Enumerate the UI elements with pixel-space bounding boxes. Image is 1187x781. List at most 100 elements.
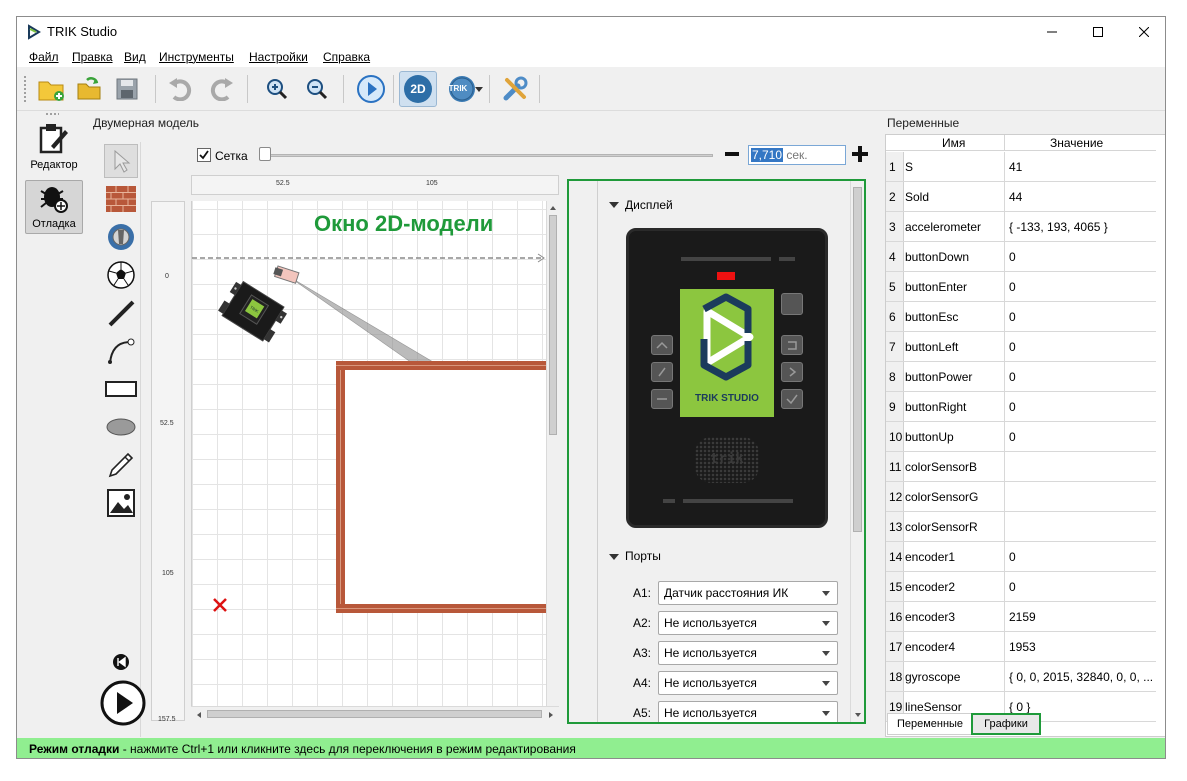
port-row-a1: A1: Датчик расстояния ИК — [633, 581, 843, 605]
controller-button-back[interactable] — [781, 335, 803, 355]
minimize-button[interactable] — [1029, 17, 1075, 47]
table-row[interactable]: 5 buttonEnter 0 — [886, 272, 1156, 302]
scene-vertical-scrollbar[interactable] — [546, 201, 559, 706]
port-select-value: Не используется — [664, 676, 757, 690]
redo-button[interactable] — [205, 73, 237, 105]
collapse-ports-icon[interactable] — [609, 553, 619, 561]
mode-debug-button[interactable]: Отладка — [25, 180, 83, 234]
table-row[interactable]: 18 gyroscope { 0, 0, 2015, 32840, 0, 0, ..… — [886, 662, 1156, 692]
controller-button-right[interactable] — [781, 362, 803, 382]
undo-button[interactable] — [165, 73, 197, 105]
skittle-tool[interactable] — [104, 220, 138, 254]
menu-settings[interactable]: Настройки — [249, 50, 308, 64]
cursor-tool[interactable] — [104, 144, 138, 178]
controller-button-minus[interactable] — [651, 389, 673, 409]
scroll-right-icon — [549, 712, 553, 718]
2d-scene-canvas[interactable]: Окно 2D-модели TRIK — [191, 201, 546, 706]
tab-variables[interactable]: Переменные — [887, 713, 973, 735]
ball-tool[interactable] — [104, 258, 138, 292]
port-label: A4: — [633, 676, 652, 690]
arrow-right-icon — [789, 367, 797, 377]
2d-mode-button[interactable]: 2D — [399, 71, 437, 107]
variable-name: encoder1 — [905, 550, 956, 564]
robot-panel-scrollbar[interactable] — [850, 181, 864, 722]
save-button[interactable] — [111, 73, 143, 105]
close-button[interactable] — [1121, 17, 1165, 47]
maximize-button[interactable] — [1075, 17, 1121, 47]
pencil-tool[interactable] — [104, 448, 138, 482]
table-row[interactable]: 10 buttonUp 0 — [886, 422, 1156, 452]
robot-model-button[interactable]: TRIK — [441, 73, 483, 105]
zoom-in-button[interactable] — [261, 73, 293, 105]
minus-icon[interactable] — [725, 147, 739, 161]
scene-horizontal-scrollbar[interactable] — [191, 706, 559, 721]
play-button[interactable] — [100, 680, 146, 726]
tab-graphs[interactable]: Графики — [971, 713, 1041, 735]
mode-editor-button[interactable]: Редактор — [25, 122, 83, 176]
menu-edit[interactable]: Правка — [72, 50, 113, 64]
grid-checkbox[interactable] — [197, 148, 211, 162]
table-row[interactable]: 15 encoder2 0 — [886, 572, 1156, 602]
time-value: 7,710 — [751, 148, 784, 162]
table-row[interactable]: 14 encoder1 0 — [886, 542, 1156, 572]
menu-tools[interactable]: Инструменты — [159, 50, 234, 64]
row-number: 2 — [886, 182, 904, 211]
settings-tools-button[interactable] — [499, 73, 531, 105]
scroll-up-icon — [550, 206, 556, 210]
grid-size-slider[interactable] — [263, 154, 713, 157]
port-select-a5[interactable]: Не используется — [658, 701, 838, 722]
table-row[interactable]: 2 Sold 44 — [886, 182, 1156, 212]
controller-button-ok[interactable] — [781, 389, 803, 409]
table-row[interactable]: 1 S 41 — [886, 152, 1156, 182]
table-row[interactable]: 13 colorSensorR — [886, 512, 1156, 542]
grid-slider-handle[interactable] — [259, 147, 271, 161]
ir-sensor — [273, 265, 300, 284]
table-row[interactable]: 7 buttonLeft 0 — [886, 332, 1156, 362]
table-row[interactable]: 8 buttonPower 0 — [886, 362, 1156, 392]
menu-view[interactable]: Вид — [124, 50, 146, 64]
time-field[interactable]: 7,710 сек. — [748, 145, 846, 165]
port-select-a1[interactable]: Датчик расстояния ИК — [658, 581, 838, 605]
title-bar: TRIK Studio — [17, 17, 1165, 47]
line-tool[interactable] — [104, 296, 138, 330]
port-select-a3[interactable]: Не используется — [658, 641, 838, 665]
table-row[interactable]: 12 colorSensorG — [886, 482, 1156, 512]
plus-icon[interactable] — [852, 146, 868, 162]
scene-hscroll-thumb[interactable] — [207, 710, 542, 718]
scene-vscroll-thumb[interactable] — [549, 215, 557, 435]
robot-panel-scroll-thumb[interactable] — [853, 187, 862, 532]
run-button[interactable] — [355, 73, 387, 105]
controller-button-power[interactable] — [781, 293, 803, 315]
zoom-out-button[interactable] — [301, 73, 333, 105]
table-row[interactable]: 4 buttonDown 0 — [886, 242, 1156, 272]
table-row[interactable]: 17 encoder4 1953 — [886, 632, 1156, 662]
table-row[interactable]: 3 accelerometer { -133, 193, 4065 } — [886, 212, 1156, 242]
bezier-tool[interactable] — [104, 334, 138, 368]
table-row[interactable]: 11 colorSensorB — [886, 452, 1156, 482]
port-select-value: Не используется — [664, 616, 757, 630]
new-project-button[interactable] — [35, 73, 67, 105]
open-project-button[interactable] — [73, 73, 105, 105]
brick-wall-icon — [106, 186, 136, 212]
controller-button-enter[interactable] — [651, 362, 673, 382]
port-select-a4[interactable]: Не используется — [658, 671, 838, 695]
menu-help[interactable]: Справка — [323, 50, 370, 64]
checkmark-icon — [786, 394, 798, 405]
variable-value: 0 — [1004, 392, 1154, 421]
toolbar-separator — [155, 75, 156, 103]
status-bar[interactable]: Режим отладки - нажмите Ctrl+1 или кликн… — [17, 738, 1165, 758]
reset-button[interactable] — [104, 652, 138, 672]
table-row[interactable]: 16 encoder3 2159 — [886, 602, 1156, 632]
menu-file[interactable]: Файл — [29, 50, 59, 64]
image-tool[interactable] — [104, 486, 138, 520]
table-row[interactable]: 6 buttonEsc 0 — [886, 302, 1156, 332]
wall-tool[interactable] — [104, 182, 138, 216]
controller-button-up[interactable] — [651, 335, 673, 355]
port-select-a2[interactable]: Не используется — [658, 611, 838, 635]
column-name-header[interactable]: Имя — [942, 136, 965, 150]
table-row[interactable]: 9 buttonRight 0 — [886, 392, 1156, 422]
column-value-header[interactable]: Значение — [1050, 136, 1103, 150]
rectangle-tool[interactable] — [104, 372, 138, 406]
ellipse-tool[interactable] — [104, 410, 138, 444]
collapse-display-icon[interactable] — [609, 201, 619, 209]
